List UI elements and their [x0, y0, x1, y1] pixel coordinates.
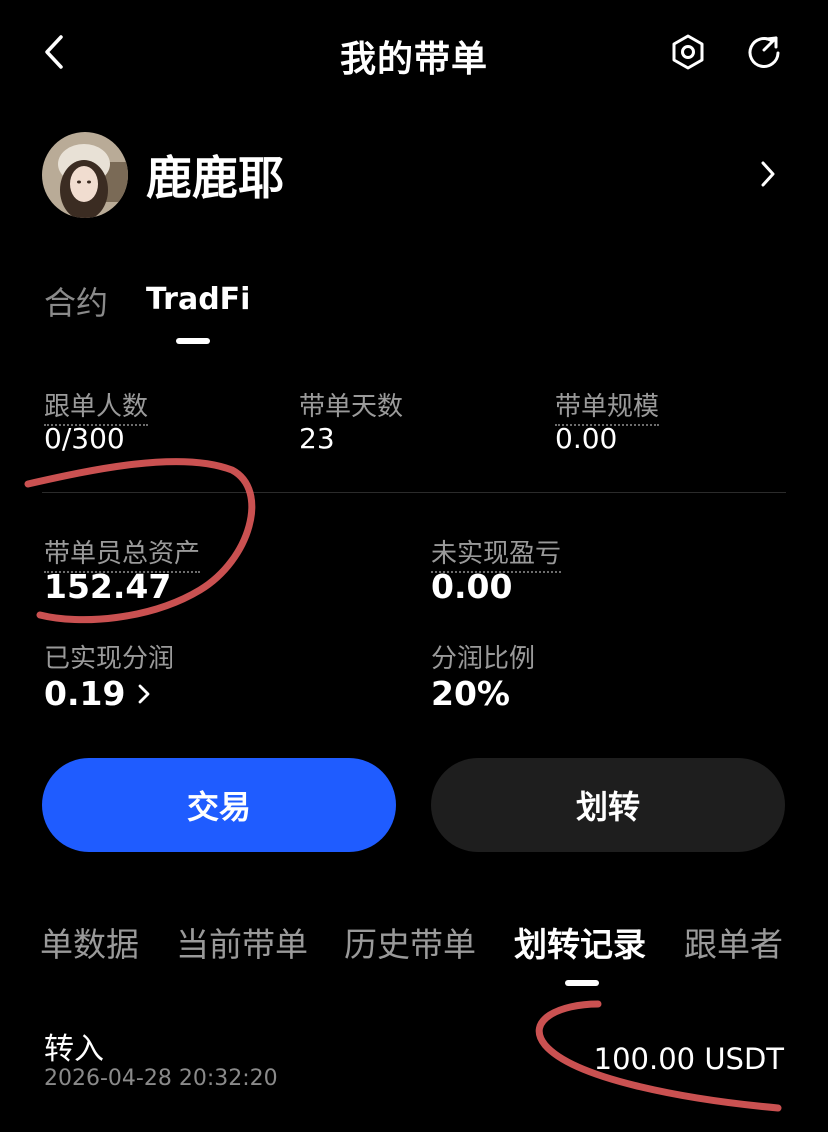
divider	[42, 492, 786, 493]
profit-share-ratio-value: 20%	[431, 674, 510, 713]
settings-hex-icon	[672, 34, 704, 70]
record-type: 转入	[44, 1032, 104, 1067]
realized-profit-share-link[interactable]: 0.19	[44, 674, 151, 713]
tab-tradfi[interactable]: TradFi	[146, 282, 250, 317]
settings-button[interactable]	[664, 28, 712, 76]
chevron-right-icon	[139, 684, 150, 703]
unrealized-pnl-value: 0.00	[431, 567, 513, 606]
transfer-button[interactable]: 划转	[431, 758, 785, 852]
tab-history-orders[interactable]: 历史带单	[344, 918, 476, 966]
followers-count-value: 0/300	[44, 422, 125, 455]
total-assets-value: 152.47	[44, 567, 172, 606]
tab-followers[interactable]: 跟单者	[684, 918, 783, 966]
trade-button[interactable]: 交易	[42, 758, 396, 852]
tab-contract[interactable]: 合约	[44, 278, 108, 324]
list-item[interactable]: 转入 2026-04-28 20:32:20 100.00 USDT	[0, 1010, 828, 1120]
record-time: 2026-04-28 20:32:20	[44, 1066, 278, 1091]
realized-profit-share-value: 0.19	[44, 674, 126, 713]
tab-order-data[interactable]: 单数据	[40, 918, 139, 966]
share-button[interactable]	[740, 28, 788, 76]
lead-days-value: 23	[299, 422, 335, 455]
chevron-right-icon	[761, 161, 775, 187]
followers-count-label[interactable]: 跟单人数	[44, 386, 149, 426]
lead-scale-value: 0.00	[555, 422, 618, 455]
lead-days-label: 带单天数	[299, 392, 404, 422]
tab-current-orders[interactable]: 当前带单	[176, 918, 308, 966]
profile-link[interactable]	[752, 158, 784, 190]
lead-scale-label[interactable]: 带单规模	[555, 386, 660, 426]
record-tab-indicator	[565, 980, 599, 986]
realized-profit-share-label: 已实现分润	[44, 644, 175, 674]
tab-indicator	[176, 338, 210, 344]
refresh-share-icon	[748, 36, 780, 68]
profit-share-ratio-label: 分润比例	[431, 644, 536, 674]
avatar[interactable]	[42, 132, 128, 218]
tab-transfer-records[interactable]: 划转记录	[514, 918, 646, 966]
record-amount: 100.00 USDT	[593, 1042, 784, 1076]
username[interactable]: 鹿鹿耶	[146, 142, 284, 208]
